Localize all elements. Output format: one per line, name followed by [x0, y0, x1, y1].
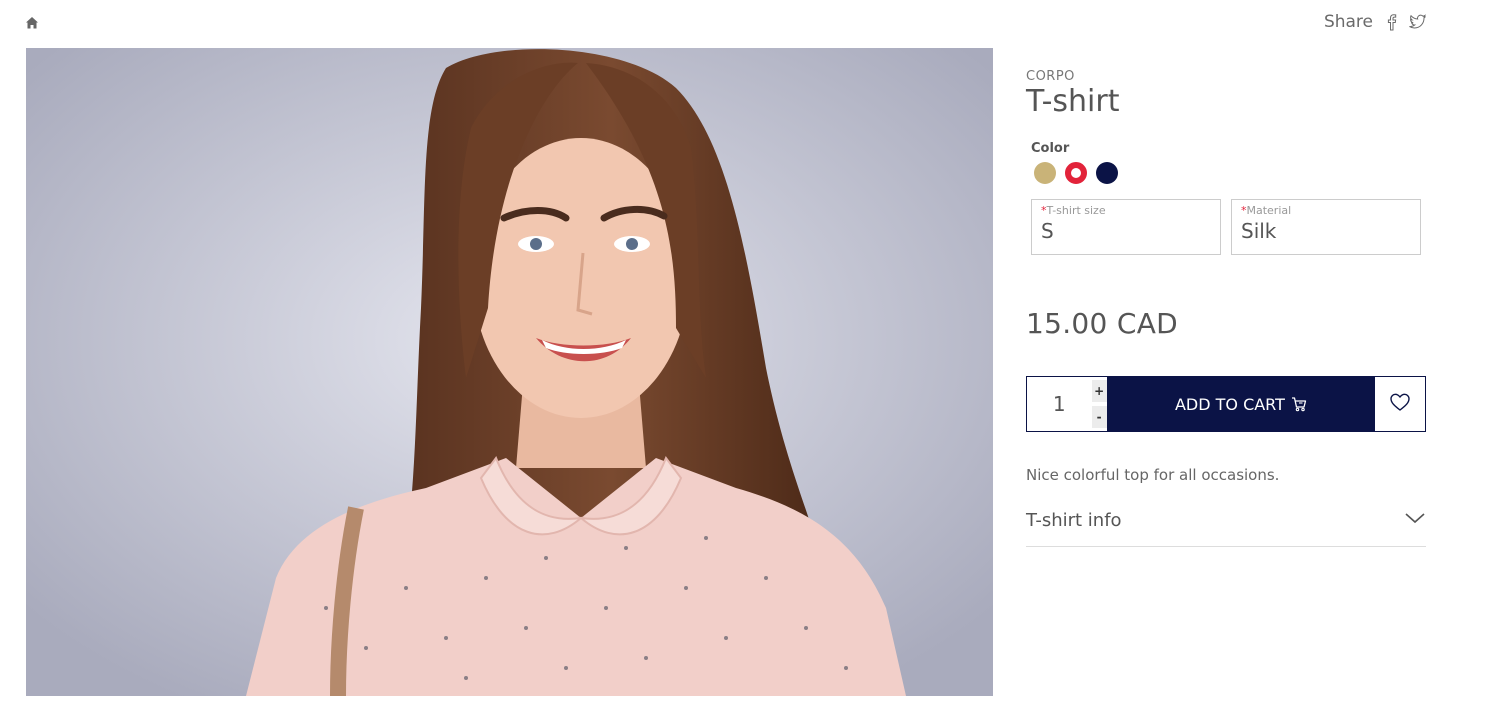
accordion-label: T-shirt info — [1026, 510, 1122, 531]
share-bar: Share — [1324, 12, 1427, 32]
option-fields: *T-shirt size S *Material Silk — [1031, 199, 1426, 255]
product-price: 15.00 CAD — [1026, 307, 1179, 340]
wishlist-button[interactable] — [1375, 377, 1425, 431]
share-label: Share — [1323, 12, 1373, 32]
top-bar: Share — [0, 0, 1493, 46]
quantity-stepper-buttons: + - — [1091, 377, 1107, 431]
cart-icon — [1291, 396, 1307, 412]
product-details: CORPO T-shirt Color *T-shirt size S *Mat… — [1026, 60, 1426, 547]
material-label: *Material — [1241, 204, 1292, 217]
color-swatches — [1034, 162, 1426, 184]
add-to-cart-button[interactable]: ADD TO CART — [1106, 377, 1376, 431]
size-value: S — [1041, 219, 1054, 243]
product-description: Nice colorful top for all occasions. — [1026, 466, 1280, 484]
facebook-icon[interactable] — [1383, 13, 1401, 31]
heart-icon — [1389, 392, 1411, 416]
color-label: Color — [1031, 141, 1070, 156]
material-select[interactable]: *Material Silk — [1231, 199, 1421, 255]
twitter-icon[interactable] — [1409, 13, 1427, 31]
quantity-increase-button[interactable]: + — [1091, 380, 1107, 402]
size-label: *T-shirt size — [1041, 204, 1106, 217]
product-image[interactable] — [26, 48, 993, 696]
color-swatch-red[interactable] — [1065, 162, 1087, 184]
model-photo-illustration — [26, 48, 993, 696]
quantity-stepper: 1 + - — [1027, 377, 1107, 431]
quantity-decrease-button[interactable]: - — [1091, 406, 1107, 428]
size-select[interactable]: *T-shirt size S — [1031, 199, 1221, 255]
home-icon[interactable] — [25, 15, 39, 29]
add-to-cart-label: ADD TO CART — [1174, 394, 1285, 414]
product-brand: CORPO — [1026, 69, 1075, 84]
tshirt-info-accordion[interactable]: T-shirt info — [1026, 510, 1426, 547]
color-swatch-gold[interactable] — [1034, 162, 1056, 184]
product-title: T-shirt — [1026, 84, 1120, 119]
material-value: Silk — [1241, 219, 1277, 243]
chevron-down-icon — [1404, 510, 1426, 529]
cart-row: 1 + - ADD TO CART — [1026, 376, 1426, 432]
color-selector: Color — [1031, 141, 1426, 184]
quantity-input[interactable]: 1 — [1027, 392, 1092, 416]
color-swatch-navy[interactable] — [1096, 162, 1118, 184]
